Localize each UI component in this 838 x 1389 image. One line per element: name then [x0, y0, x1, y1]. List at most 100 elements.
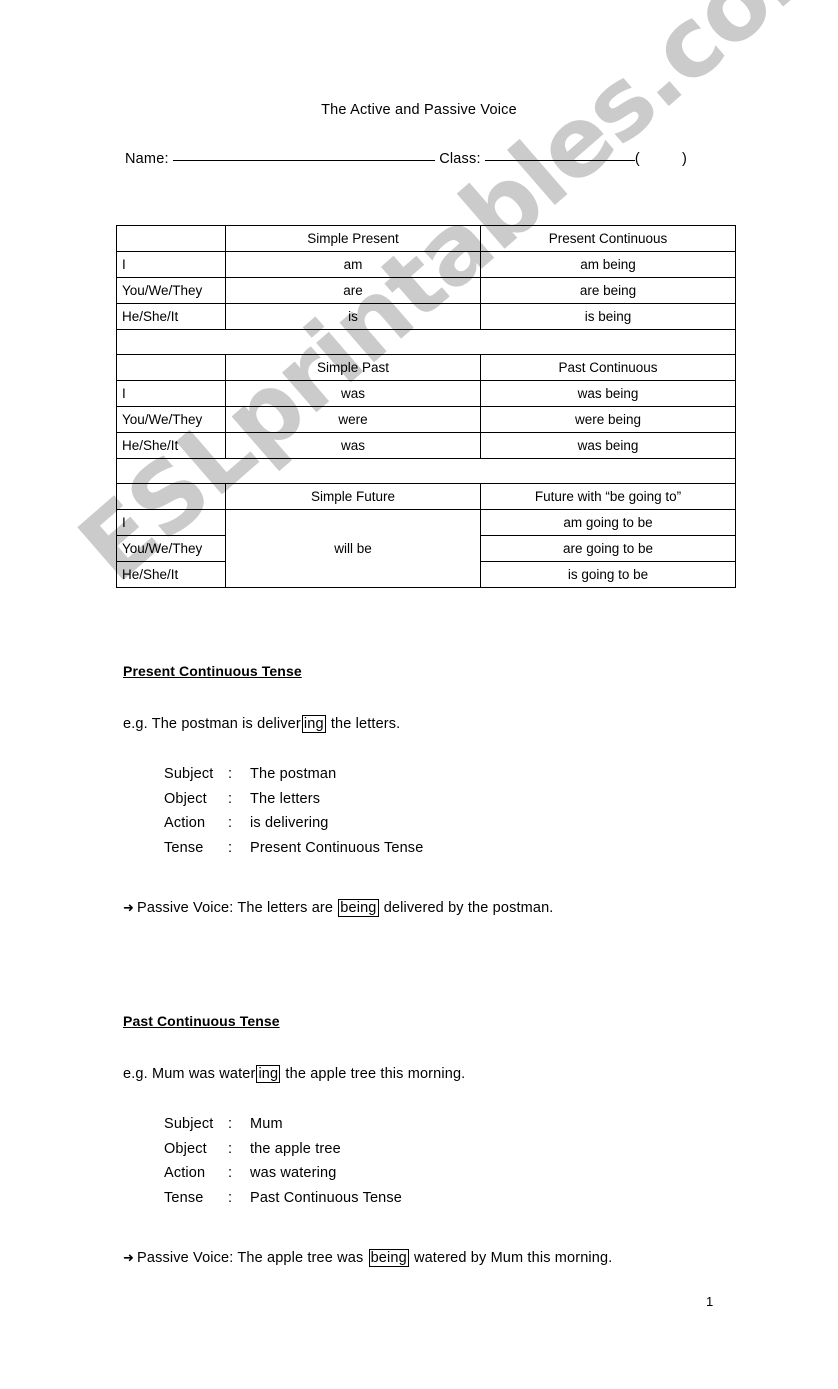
breakdown-label: Object	[164, 1140, 207, 1157]
sentence-breakdown-list: Subject : The postman Object : The lette…	[164, 766, 423, 864]
breakdown-value: Mum	[250, 1116, 283, 1132]
passive-voice-line: ➜ Passive Voice: The letters are being de…	[123, 899, 783, 917]
section-heading: Past Continuous Tense	[123, 1013, 280, 1029]
passive-prefix: Passive Voice: The apple tree was	[137, 1250, 368, 1266]
value-cell: is going to be	[480, 561, 736, 588]
breakdown-colon: :	[228, 1140, 233, 1157]
breakdown-row-tense: Tense : Present Continuous Tense	[164, 840, 423, 865]
breakdown-label: Tense	[164, 1189, 204, 1206]
value-cell: am	[225, 251, 481, 278]
example-sentence: e.g. The postman is deliver ing the lette…	[123, 715, 783, 733]
open-paren: (	[634, 151, 640, 167]
table-row: You/We/They were were being	[116, 406, 736, 433]
breakdown-row-tense: Tense : Past Continuous Tense	[164, 1190, 402, 1215]
breakdown-value: Present Continuous Tense	[250, 839, 424, 856]
breakdown-colon: :	[228, 766, 233, 782]
arrow-right-icon: ➜	[123, 901, 135, 916]
table-header-row-past: Simple Past Past Continuous	[116, 354, 736, 381]
value-cell: are	[225, 277, 481, 304]
person-cell: He/She/It	[116, 303, 226, 330]
person-cell: I	[116, 251, 226, 278]
breakdown-row-subject: Subject : The postman	[164, 766, 423, 791]
spacer-cell	[116, 329, 736, 355]
header-cell-simple-future: Simple Future	[225, 483, 481, 510]
class-input-rule[interactable]	[484, 160, 635, 161]
value-cell: am being	[480, 251, 736, 278]
person-cell: I	[116, 380, 226, 407]
name-class-line: Name: Class: ()	[125, 151, 687, 167]
breakdown-value: was watering	[250, 1165, 337, 1181]
worksheet-page: ESLprintables.com The Active and Passive…	[0, 0, 838, 1389]
breakdown-row-action: Action : was watering	[164, 1165, 402, 1190]
boxed-ing: ing	[301, 715, 326, 733]
header-cell-present-continuous: Present Continuous	[480, 225, 736, 252]
section-heading: Present Continuous Tense	[123, 663, 302, 679]
breakdown-row-subject: Subject : Mum	[164, 1116, 402, 1141]
example-suffix: the apple tree this morning.	[281, 1066, 466, 1082]
person-cell: I	[116, 509, 226, 536]
breakdown-colon: :	[228, 1189, 233, 1206]
be-verb-reference-table: Simple Present Present Continuous I am a…	[116, 225, 736, 588]
header-cell-simple-past: Simple Past	[225, 354, 481, 381]
breakdown-colon: :	[228, 1165, 233, 1181]
person-cell: You/We/They	[116, 535, 226, 562]
breakdown-label: Tense	[164, 839, 204, 856]
header-cell-blank-present	[116, 225, 226, 252]
value-cell: was	[225, 432, 481, 459]
value-cell: am going to be	[480, 509, 736, 536]
breakdown-label: Action	[164, 1165, 206, 1181]
value-cell: is	[225, 303, 481, 330]
breakdown-colon: :	[228, 1116, 233, 1132]
merged-will-be-cell: will be	[225, 509, 481, 588]
passive-suffix: watered by Mum this morning.	[409, 1250, 613, 1266]
table-header-row-present: Simple Present Present Continuous	[116, 225, 736, 252]
page-number: 1	[706, 1294, 714, 1309]
passive-prefix: Passive Voice: The letters are	[137, 900, 338, 916]
table-spacer-row	[116, 329, 736, 355]
header-cell-blank-future	[116, 483, 226, 510]
value-cell: was being	[480, 380, 736, 407]
breakdown-label: Object	[164, 790, 207, 807]
name-label: Name:	[125, 151, 169, 167]
breakdown-value: is delivering	[250, 815, 329, 831]
breakdown-value: The postman	[250, 766, 337, 782]
breakdown-colon: :	[228, 815, 233, 831]
value-cell: were being	[480, 406, 736, 433]
table-row: I will be am going to be	[116, 509, 736, 588]
value-cell: is being	[480, 303, 736, 330]
breakdown-value: The letters	[250, 790, 321, 807]
person-cell: You/We/They	[116, 277, 226, 304]
value-cell: were	[225, 406, 481, 433]
breakdown-row-object: Object : The letters	[164, 791, 423, 816]
table-row: He/She/It is is being	[116, 303, 736, 330]
table-row: You/We/They are are being	[116, 277, 736, 304]
value-cell: are going to be	[480, 535, 736, 562]
value-cell: was	[225, 380, 481, 407]
value-cell: are being	[480, 277, 736, 304]
boxed-being: being	[368, 1249, 409, 1267]
breakdown-value: Past Continuous Tense	[250, 1189, 403, 1206]
breakdown-row-object: Object : the apple tree	[164, 1141, 402, 1166]
name-input-rule[interactable]	[172, 160, 435, 161]
person-cell: You/We/They	[116, 406, 226, 433]
header-cell-past-continuous: Past Continuous	[480, 354, 736, 381]
breakdown-row-action: Action : is delivering	[164, 815, 423, 840]
breakdown-label: Subject	[164, 766, 214, 782]
passive-voice-line: ➜ Passive Voice: The apple tree was being…	[123, 1249, 783, 1267]
person-cell: He/She/It	[116, 432, 226, 459]
example-prefix: e.g. Mum was water	[123, 1066, 256, 1082]
header-cell-future-be-going-to: Future with “be going to”	[480, 483, 736, 510]
boxed-being: being	[338, 899, 379, 917]
breakdown-value: the apple tree	[250, 1140, 341, 1157]
close-paren: )	[681, 151, 687, 167]
person-cell: He/She/It	[116, 561, 226, 588]
header-cell-blank-past	[116, 354, 226, 381]
table-header-row-future: Simple Future Future with “be going to”	[116, 483, 736, 510]
class-label: Class:	[439, 151, 481, 167]
header-cell-simple-present: Simple Present	[225, 225, 481, 252]
breakdown-label: Subject	[164, 1116, 214, 1132]
example-suffix: the letters.	[326, 716, 401, 732]
breakdown-colon: :	[228, 790, 233, 807]
value-cell: was being	[480, 432, 736, 459]
table-spacer-row	[116, 458, 736, 484]
